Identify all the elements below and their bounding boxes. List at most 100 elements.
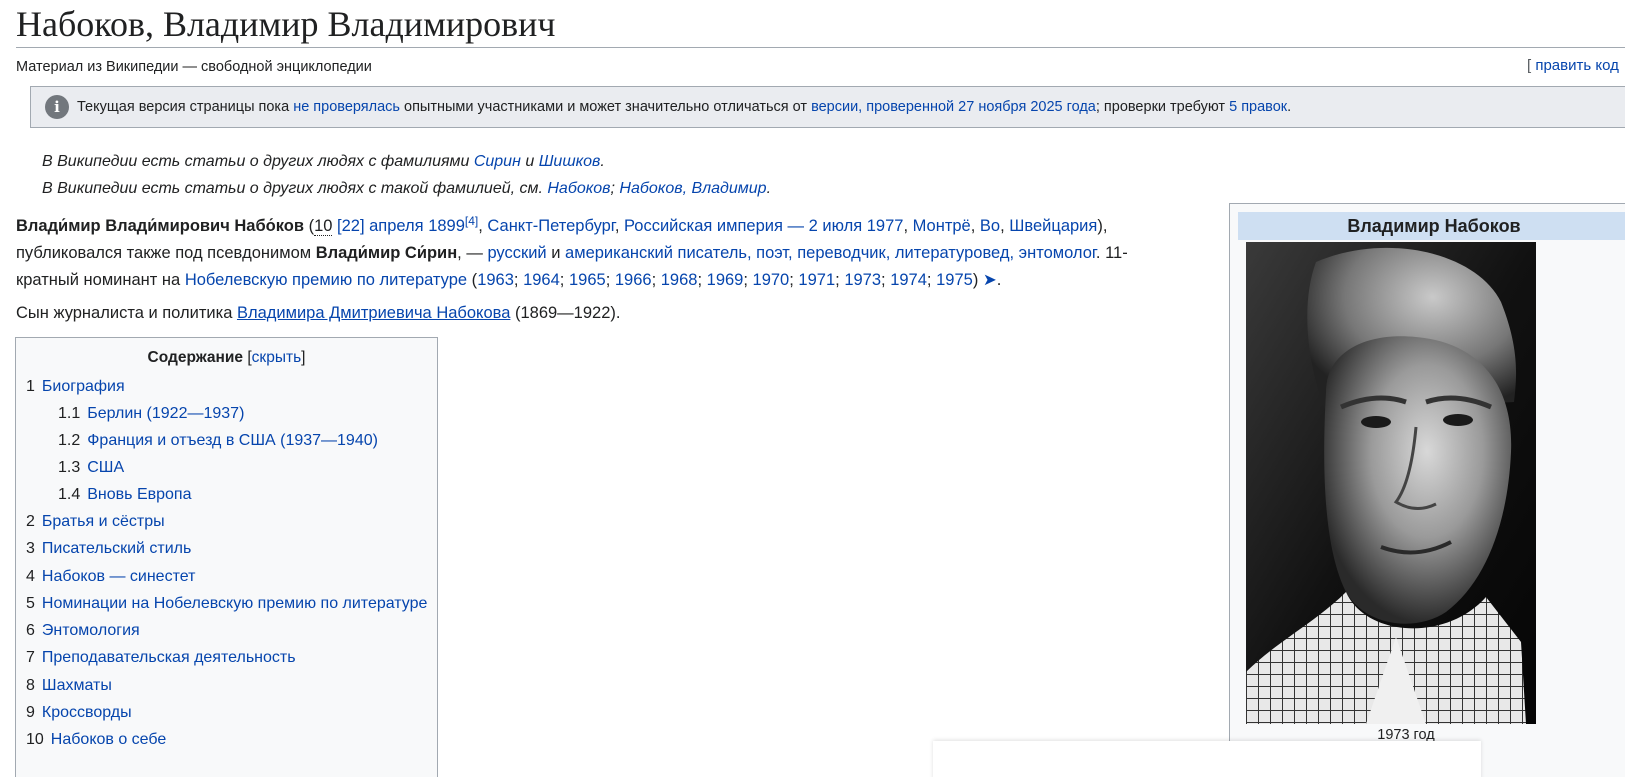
portrait-photo[interactable] — [1246, 242, 1536, 724]
lead-text: ( — [303, 217, 315, 235]
toc-item-link[interactable]: Номинации на Нобелевскую премию по литер… — [42, 595, 428, 612]
not-reviewed-link[interactable]: не проверялась — [293, 99, 400, 115]
toc-item-link[interactable]: Биография — [42, 378, 125, 395]
toc-item[interactable]: 4 Набоков — синестет — [26, 568, 195, 586]
toc-item-link[interactable]: Франция и отъезд в США (1937—1940) — [87, 432, 378, 449]
link-translator[interactable]: переводчик — [797, 244, 886, 262]
hatnote-same-surname: В Википедии есть статьи о других людях с… — [42, 180, 771, 198]
link-father[interactable]: Владимира Дмитриевича Набокова — [237, 304, 510, 322]
edit-code-link[interactable]: править код — [1535, 57, 1619, 74]
nominations-arrow-link[interactable]: ➤ — [983, 271, 997, 289]
toc-item[interactable]: 5 Номинации на Нобелевскую премию по лите… — [26, 595, 427, 613]
hatnote-link-nabokov[interactable]: Набоков — [547, 180, 610, 197]
toc-item-link[interactable]: Вновь Европа — [87, 486, 191, 503]
reviewed-version-link[interactable]: версии, проверенной 27 ноября 2025 года — [811, 99, 1096, 115]
notice-text-1: Текущая версия страницы пока — [77, 99, 294, 115]
toc-item-number: 7 — [26, 649, 35, 666]
toc-item-link[interactable]: Берлин (1922—1937) — [87, 405, 244, 422]
toc-item[interactable]: 6 Энтомология — [26, 622, 140, 640]
para-text: (1869—1922). — [510, 304, 621, 322]
infobox: Владимир Набоков 1973 год — [1229, 203, 1625, 777]
toc-item-link[interactable]: Набоков — синестет — [42, 568, 196, 585]
nomination-year-link[interactable]: 1965 — [569, 271, 606, 289]
toc-item[interactable]: 1.1 Берлин (1922—1937) — [58, 405, 244, 423]
lead-text: , — [614, 217, 624, 235]
nomination-year-link[interactable]: 1970 — [753, 271, 790, 289]
link-entomologist[interactable]: энтомолог — [1019, 244, 1096, 262]
link-american[interactable]: американский — [565, 244, 673, 262]
toc-item-link[interactable]: Кроссворды — [42, 704, 132, 721]
toc-item-link[interactable]: Шахматы — [42, 677, 112, 694]
nomination-year-link[interactable]: 1964 — [523, 271, 560, 289]
notice-text: Текущая версия страницы пока не проверял… — [77, 99, 1291, 115]
toc-item[interactable]: 10 Набоков о себе — [26, 731, 166, 749]
para-text: Сын журналиста и политика — [16, 304, 237, 322]
toc-item[interactable]: 1.4 Вновь Европа — [58, 486, 191, 504]
lead-text: . — [996, 271, 1002, 289]
toc-item[interactable]: 1 Биография — [26, 378, 125, 396]
comma: , — [788, 244, 798, 262]
year-separator: ; — [605, 271, 615, 289]
link-saint-petersburg[interactable]: Санкт-Петербург — [487, 217, 614, 235]
dash: — — [782, 217, 809, 235]
toc-item-link[interactable]: США — [87, 459, 124, 476]
toc-item-link[interactable]: Набоков о себе — [51, 731, 166, 748]
nomination-year-link[interactable]: 1963 — [477, 271, 514, 289]
nomination-year-link[interactable]: 1971 — [798, 271, 835, 289]
link-poet[interactable]: поэт — [756, 244, 788, 262]
toc-item[interactable]: 8 Шахматы — [26, 677, 112, 695]
toc-heading: Содержание [скрыть] — [16, 349, 437, 367]
toc-item[interactable]: 2 Братья и сёстры — [26, 513, 165, 531]
link-vaud[interactable]: Во — [980, 217, 1000, 235]
year-separator: ; — [513, 271, 524, 289]
link-switzerland[interactable]: Швейцария — [1009, 217, 1097, 235]
toc-item-number: 3 — [26, 540, 35, 557]
toc-item-link[interactable]: Преподавательская деятельность — [42, 649, 296, 666]
pseudonym: Влади́мир Си́рин — [315, 244, 458, 262]
toc-item-link[interactable]: Братья и сёстры — [42, 513, 165, 530]
toc-item[interactable]: 3 Писательский стиль — [26, 540, 191, 558]
hatnote-link-shishkov[interactable]: Шишков — [539, 153, 601, 170]
notice-text-2: опытными участниками и может значительно… — [399, 99, 812, 115]
death-date-link[interactable]: 2 июля 1977 — [809, 217, 904, 235]
hatnote-link-sirin[interactable]: Сирин — [474, 153, 521, 170]
hatnote-text: . — [766, 180, 772, 197]
toc-hide-link[interactable]: скрыть — [252, 349, 301, 366]
toc-item-link[interactable]: Писательский стиль — [42, 540, 191, 557]
lead-text: и — [546, 244, 566, 262]
toc-item[interactable]: 7 Преподавательская деятельность — [26, 649, 296, 667]
table-of-contents: Содержание [скрыть] 1 Биография 1.1 Берлин … — [15, 337, 438, 777]
toc-item[interactable]: 9 Кроссворды — [26, 704, 132, 722]
toc-item-number: 1.3 — [58, 459, 81, 476]
pending-edits-link[interactable]: 5 правок — [1229, 99, 1287, 115]
bottom-popup-edge — [933, 741, 1481, 777]
toc-item[interactable]: 1.3 США — [58, 459, 124, 477]
link-literary-critic[interactable]: литературовед — [895, 244, 1010, 262]
nomination-year-link[interactable]: 1973 — [844, 271, 881, 289]
nomination-year-link[interactable]: 1968 — [661, 271, 698, 289]
year-separator: ; — [697, 271, 707, 289]
father-paragraph: Сын журналиста и политика Владимира Дмит… — [16, 304, 620, 323]
notice-text-3: ; проверки требуют — [1095, 99, 1230, 115]
link-writer[interactable]: писатель — [678, 244, 747, 262]
toc-item-number: 1.2 — [58, 432, 81, 449]
nomination-year-link[interactable]: 1969 — [707, 271, 744, 289]
nomination-year-link[interactable]: 1974 — [890, 271, 927, 289]
nomination-year-link[interactable]: 1966 — [615, 271, 652, 289]
link-russian[interactable]: русский — [487, 244, 546, 262]
footnote-4-link[interactable]: [4] — [465, 214, 478, 228]
toc-item-link[interactable]: Энтомология — [42, 622, 140, 639]
page-title: Набоков, Владимир Владимирович — [16, 4, 556, 44]
lead-text: , — [1000, 217, 1010, 235]
title-divider — [16, 47, 1625, 48]
year-separator: ; — [559, 271, 569, 289]
link-russian-empire[interactable]: Российская империя — [624, 217, 783, 235]
birth-date-link[interactable]: [22] апреля 1899 — [332, 217, 465, 235]
link-montreux[interactable]: Монтрё — [913, 217, 971, 235]
link-nobel-prize[interactable]: Нобелевскую премию по литературе — [185, 271, 467, 289]
hatnote-link-nabokov-vladimir[interactable]: Набоков, Владимир — [619, 180, 766, 197]
nomination-year-link[interactable]: 1975 — [936, 271, 973, 289]
toc-item[interactable]: 1.2 Франция и отъезд в США (1937—1940) — [58, 432, 378, 450]
info-icon: i — [45, 95, 69, 119]
toc-item-number: 10 — [26, 731, 44, 748]
